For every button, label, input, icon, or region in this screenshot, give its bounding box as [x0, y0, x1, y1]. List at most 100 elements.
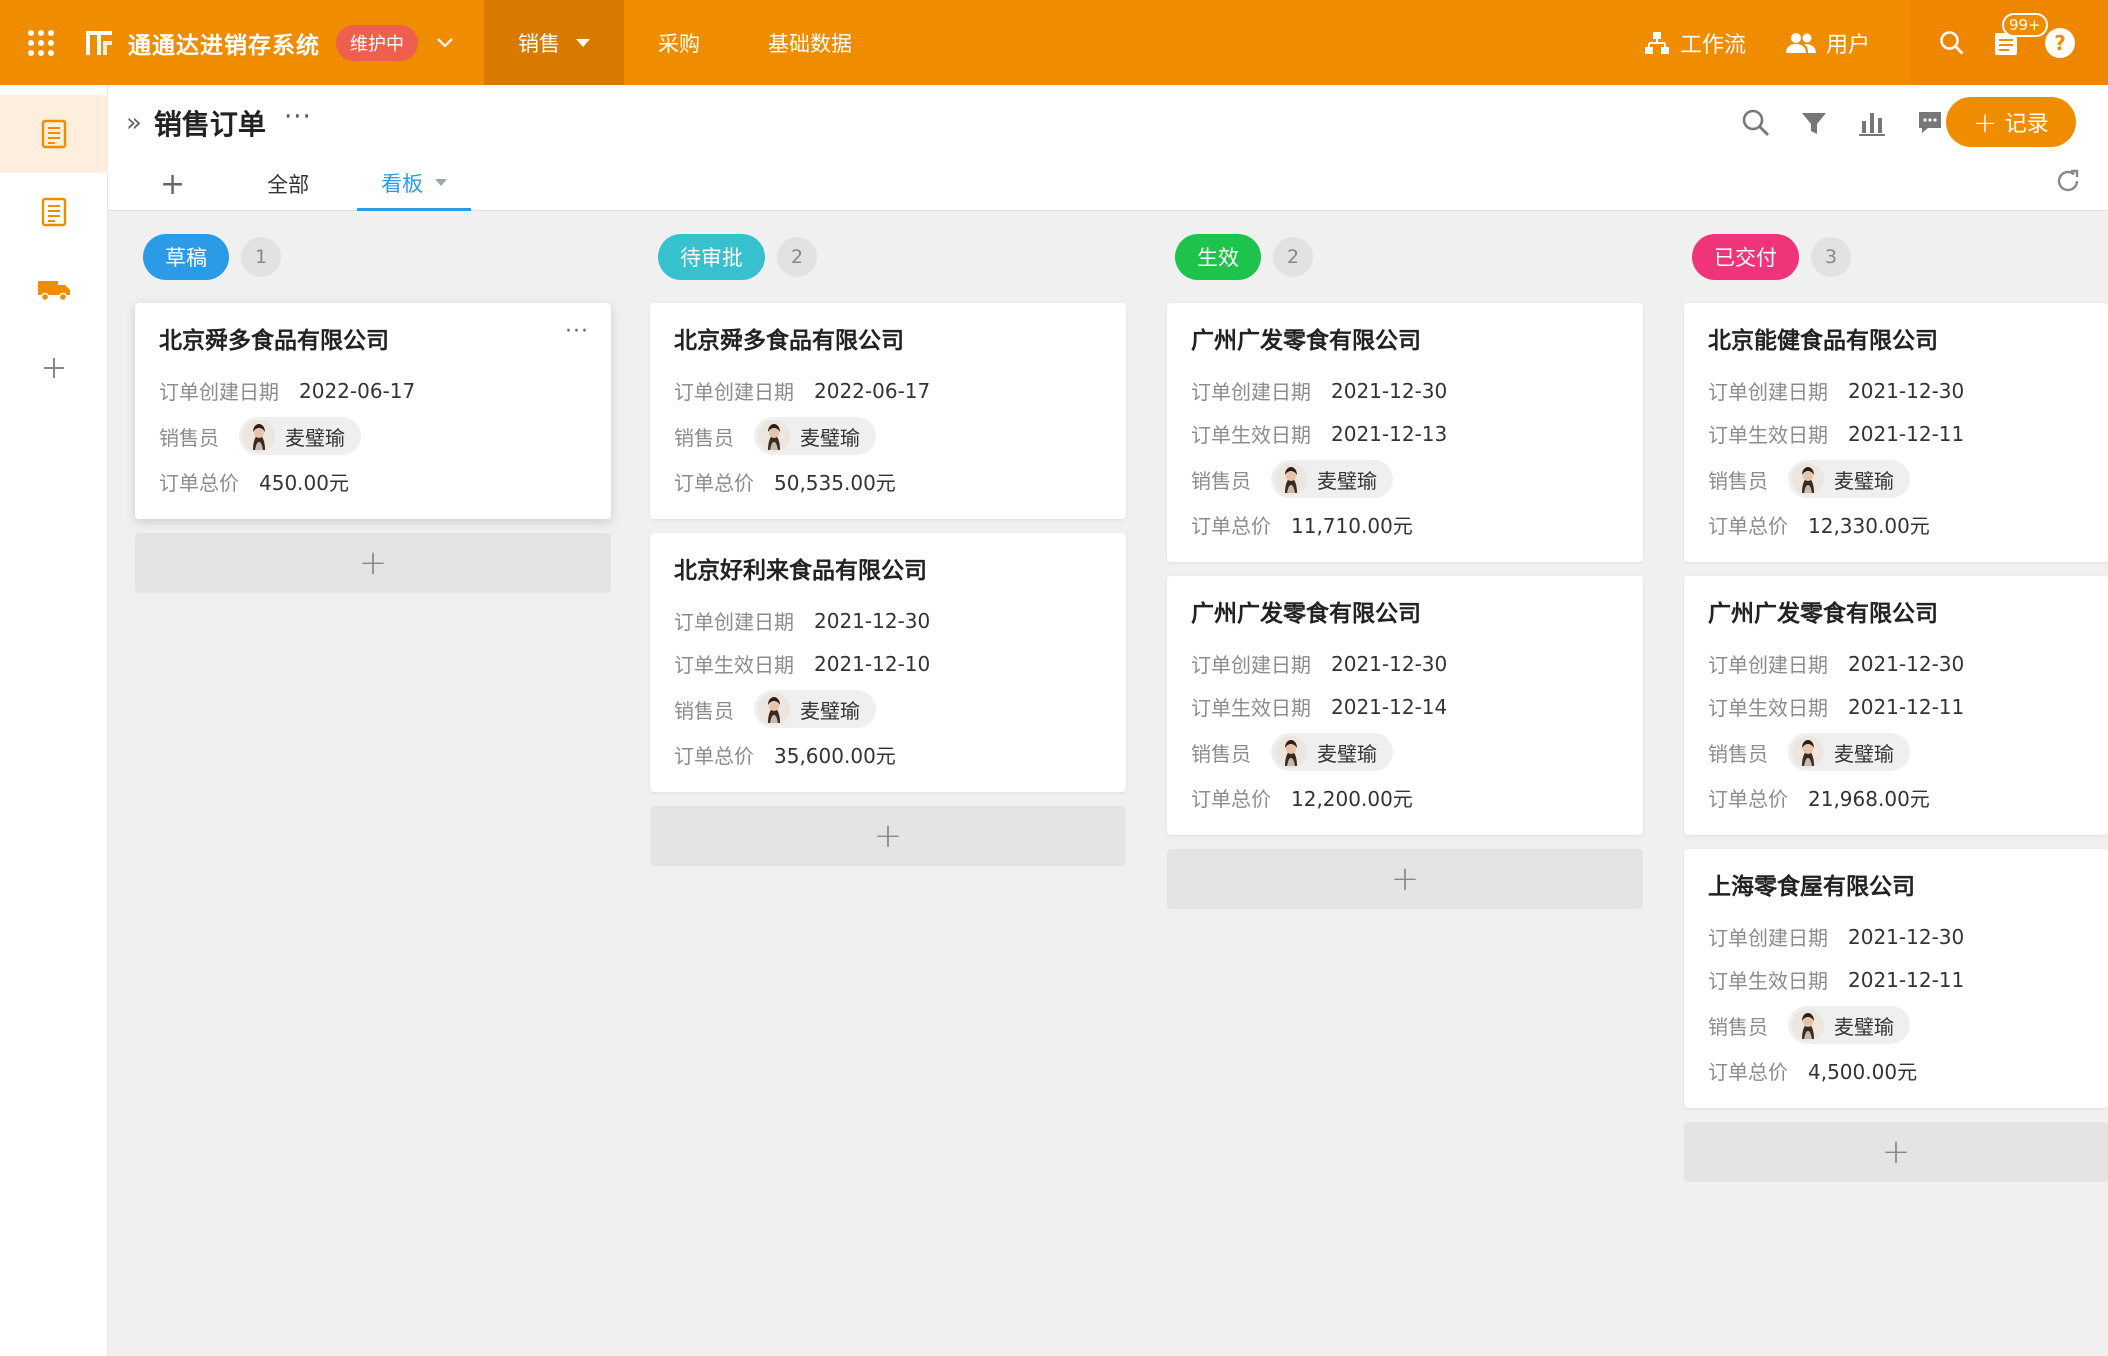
salesperson-chip[interactable]: 麦璧瑜	[754, 690, 876, 728]
field-label: 销售员	[1191, 468, 1251, 493]
expand-sidebar-icon[interactable]: »	[126, 108, 142, 138]
app-launcher-grid-icon[interactable]	[0, 0, 82, 85]
order-card[interactable]: 北京好利来食品有限公司 订单创建日期 2021-12-30 订单生效日期 2021-12…	[650, 533, 1126, 792]
salesperson-chip[interactable]: 麦璧瑜	[1788, 460, 1910, 498]
card-field: 销售员 麦璧瑜	[674, 412, 1102, 460]
order-card[interactable]: 北京能健食品有限公司 订单创建日期 2021-12-30 订单生效日期 2021-12-…	[1684, 303, 2108, 562]
caret-down-icon[interactable]	[435, 179, 448, 186]
workflow-icon	[1644, 31, 1669, 54]
field-label: 订单创建日期	[1708, 926, 1828, 950]
app-title[interactable]: 通通达进销存系统	[128, 26, 320, 60]
workflow-button[interactable]: 工作流	[1644, 27, 1746, 59]
column-count-badge: 2	[777, 237, 817, 277]
field-value: 2021-12-11	[1848, 694, 1965, 719]
field-label: 订单总价	[1708, 787, 1788, 811]
order-card[interactable]: 上海零食屋有限公司 订单创建日期 2021-12-30 订单生效日期 2021-12-1…	[1684, 849, 2108, 1108]
sidebar-item-sales-orders[interactable]	[0, 95, 108, 173]
help-icon[interactable]: ?	[2040, 23, 2080, 63]
notifications-icon[interactable]: 99+	[1986, 12, 2048, 63]
avatar	[1275, 736, 1307, 768]
field-value: 2021-12-30	[1331, 651, 1448, 676]
add-record-label: 记录	[2004, 112, 2049, 137]
avatar	[1792, 1009, 1824, 1041]
stage-pill[interactable]: 生效	[1175, 234, 1261, 280]
card-field: 订单创建日期 2021-12-30	[1191, 369, 1619, 412]
filter-icon[interactable]	[1796, 105, 1832, 141]
column-count-badge: 2	[1273, 237, 1313, 277]
refresh-icon[interactable]	[2054, 167, 2082, 195]
salesperson-chip[interactable]: 麦璧瑜	[1271, 733, 1393, 771]
nav-item-purchase[interactable]: 采购	[624, 0, 734, 85]
card-company-name: 上海零食屋有限公司	[1708, 874, 1915, 900]
plus-icon: +	[1973, 105, 1997, 139]
stage-pill[interactable]: 已交付	[1692, 234, 1799, 280]
add-card-button[interactable]: +	[1167, 849, 1643, 909]
salesperson-chip[interactable]: 麦璧瑜	[1788, 1006, 1910, 1044]
field-label: 销售员	[674, 425, 734, 450]
field-label: 订单生效日期	[1708, 423, 1828, 447]
salesperson-chip[interactable]: 麦璧瑜	[1271, 460, 1393, 498]
avatar	[1275, 463, 1307, 495]
chevron-down-icon[interactable]	[436, 32, 458, 54]
card-field: 订单创建日期 2021-12-30	[1708, 369, 2084, 412]
field-label: 订单创建日期	[1191, 653, 1311, 677]
stage-pill[interactable]: 草稿	[143, 234, 229, 280]
tab-kanban[interactable]: 看板	[357, 157, 472, 211]
comment-icon[interactable]	[1912, 105, 1948, 141]
card-field: 销售员 麦璧瑜	[1191, 455, 1619, 503]
card-field: 销售员 麦璧瑜	[1708, 455, 2084, 503]
search-icon[interactable]	[1738, 105, 1774, 141]
card-field: 销售员 麦璧瑜	[1191, 728, 1619, 776]
field-label: 订单生效日期	[1708, 696, 1828, 720]
view-tabs: + 全部 看板	[160, 157, 495, 211]
users-button[interactable]: 用户	[1785, 27, 1870, 59]
salesperson-chip[interactable]: 麦璧瑜	[1788, 733, 1910, 771]
main-nav: 销售 采购 基础数据	[484, 0, 886, 85]
column-header: 生效 2	[1167, 211, 1643, 303]
field-label: 订单生效日期	[1708, 969, 1828, 993]
card-field: 订单总价 21,968.00元	[1708, 776, 2084, 819]
order-card[interactable]: 广州广发零食有限公司 订单创建日期 2021-12-30 订单生效日期 2021-12-…	[1167, 576, 1643, 835]
order-card[interactable]: 广州广发零食有限公司 订单创建日期 2021-12-30 订单生效日期 2021-12-…	[1167, 303, 1643, 562]
tab-all[interactable]: 全部	[243, 157, 333, 211]
add-record-button[interactable]: + 记录	[1946, 97, 2076, 147]
top-right-actions: 工作流 用户 99+ ?	[1644, 0, 2108, 85]
add-view-button[interactable]: +	[160, 157, 185, 211]
card-more-options-icon[interactable]: ···	[565, 319, 589, 344]
card-field: 订单总价 450.00元	[159, 460, 587, 503]
add-card-button[interactable]: +	[135, 533, 611, 593]
salesperson-chip[interactable]: 麦璧瑜	[239, 417, 361, 455]
sidebar-add-button[interactable]	[0, 329, 108, 407]
card-field: 订单创建日期 2021-12-30	[1708, 915, 2084, 958]
card-field: 销售员 麦璧瑜	[674, 685, 1102, 733]
users-label: 用户	[1825, 32, 1870, 58]
add-card-button[interactable]: +	[1684, 1122, 2108, 1182]
more-options-icon[interactable]: ···	[284, 102, 312, 132]
order-card[interactable]: 北京舜多食品有限公司 订单创建日期 2022-06-17 销售员 麦璧瑜 订单总价 50,5…	[650, 303, 1126, 519]
sidebar-item-order-details[interactable]	[0, 173, 108, 251]
sidebar-item-shipping[interactable]	[0, 251, 108, 329]
add-card-button[interactable]: +	[650, 806, 1126, 866]
kanban-column: 生效 2 广州广发零食有限公司 订单创建日期 2021-12-30 订单生效日期 2021-…	[1167, 211, 1643, 909]
left-sidebar	[0, 85, 108, 1356]
order-card[interactable]: 北京舜多食品有限公司 ··· 订单创建日期 2022-06-17 销售员 麦璧瑜 订单总价 4…	[135, 303, 611, 519]
field-label: 订单总价	[674, 744, 754, 768]
search-icon[interactable]	[1932, 23, 1972, 63]
stage-pill[interactable]: 待审批	[658, 234, 765, 280]
nav-item-label: 销售	[518, 31, 560, 56]
salesperson-chip[interactable]: 麦璧瑜	[754, 417, 876, 455]
kanban-column: 已交付 3 北京能健食品有限公司 订单创建日期 2021-12-30 订单生效日期 2021…	[1684, 211, 2108, 1182]
card-field: 订单创建日期 2021-12-30	[1708, 642, 2084, 685]
card-company-name: 北京好利来食品有限公司	[674, 558, 927, 584]
nav-item-sales[interactable]: 销售	[484, 0, 624, 85]
nav-item-basic-data[interactable]: 基础数据	[734, 0, 886, 85]
field-value: 2021-12-10	[814, 651, 931, 676]
field-label: 订单总价	[1191, 514, 1271, 538]
chart-icon[interactable]	[1854, 105, 1890, 141]
app-logo-icon	[82, 26, 116, 60]
view-toolbar	[1716, 105, 1948, 141]
field-value: 11,710.00元	[1291, 514, 1413, 538]
field-label: 订单总价	[1708, 514, 1788, 538]
top-icon-group: 99+ ?	[1910, 0, 2108, 85]
order-card[interactable]: 广州广发零食有限公司 订单创建日期 2021-12-30 订单生效日期 2021-12-…	[1684, 576, 2108, 835]
